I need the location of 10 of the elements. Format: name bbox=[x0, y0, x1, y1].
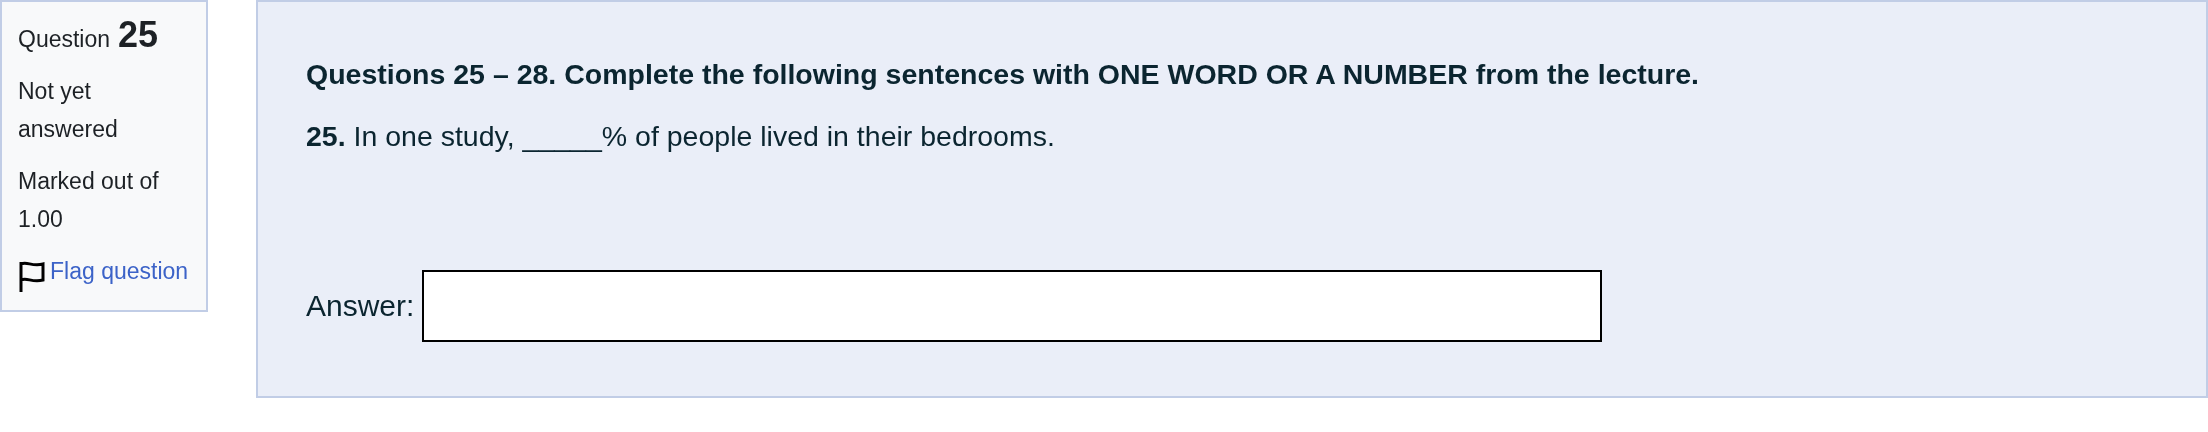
flag-question-link[interactable]: Flag question bbox=[50, 252, 189, 290]
flag-icon[interactable] bbox=[18, 260, 46, 294]
question-status: Not yet answered bbox=[18, 77, 119, 144]
question-label: Question bbox=[18, 25, 111, 54]
question-marks: Marked out of 1.00 bbox=[18, 167, 160, 234]
question-number: 25 bbox=[118, 16, 159, 54]
answer-field[interactable] bbox=[422, 270, 1603, 342]
question-sentence: 25. In one study, _____% of people lived in their bedrooms. bbox=[306, 119, 1056, 154]
question-heading: Questions 25 – 28. Complete the following sentences with ONE WORD OR A NUMBER from the lecture. bbox=[306, 57, 1700, 92]
answer-label: Answer: bbox=[306, 289, 415, 323]
